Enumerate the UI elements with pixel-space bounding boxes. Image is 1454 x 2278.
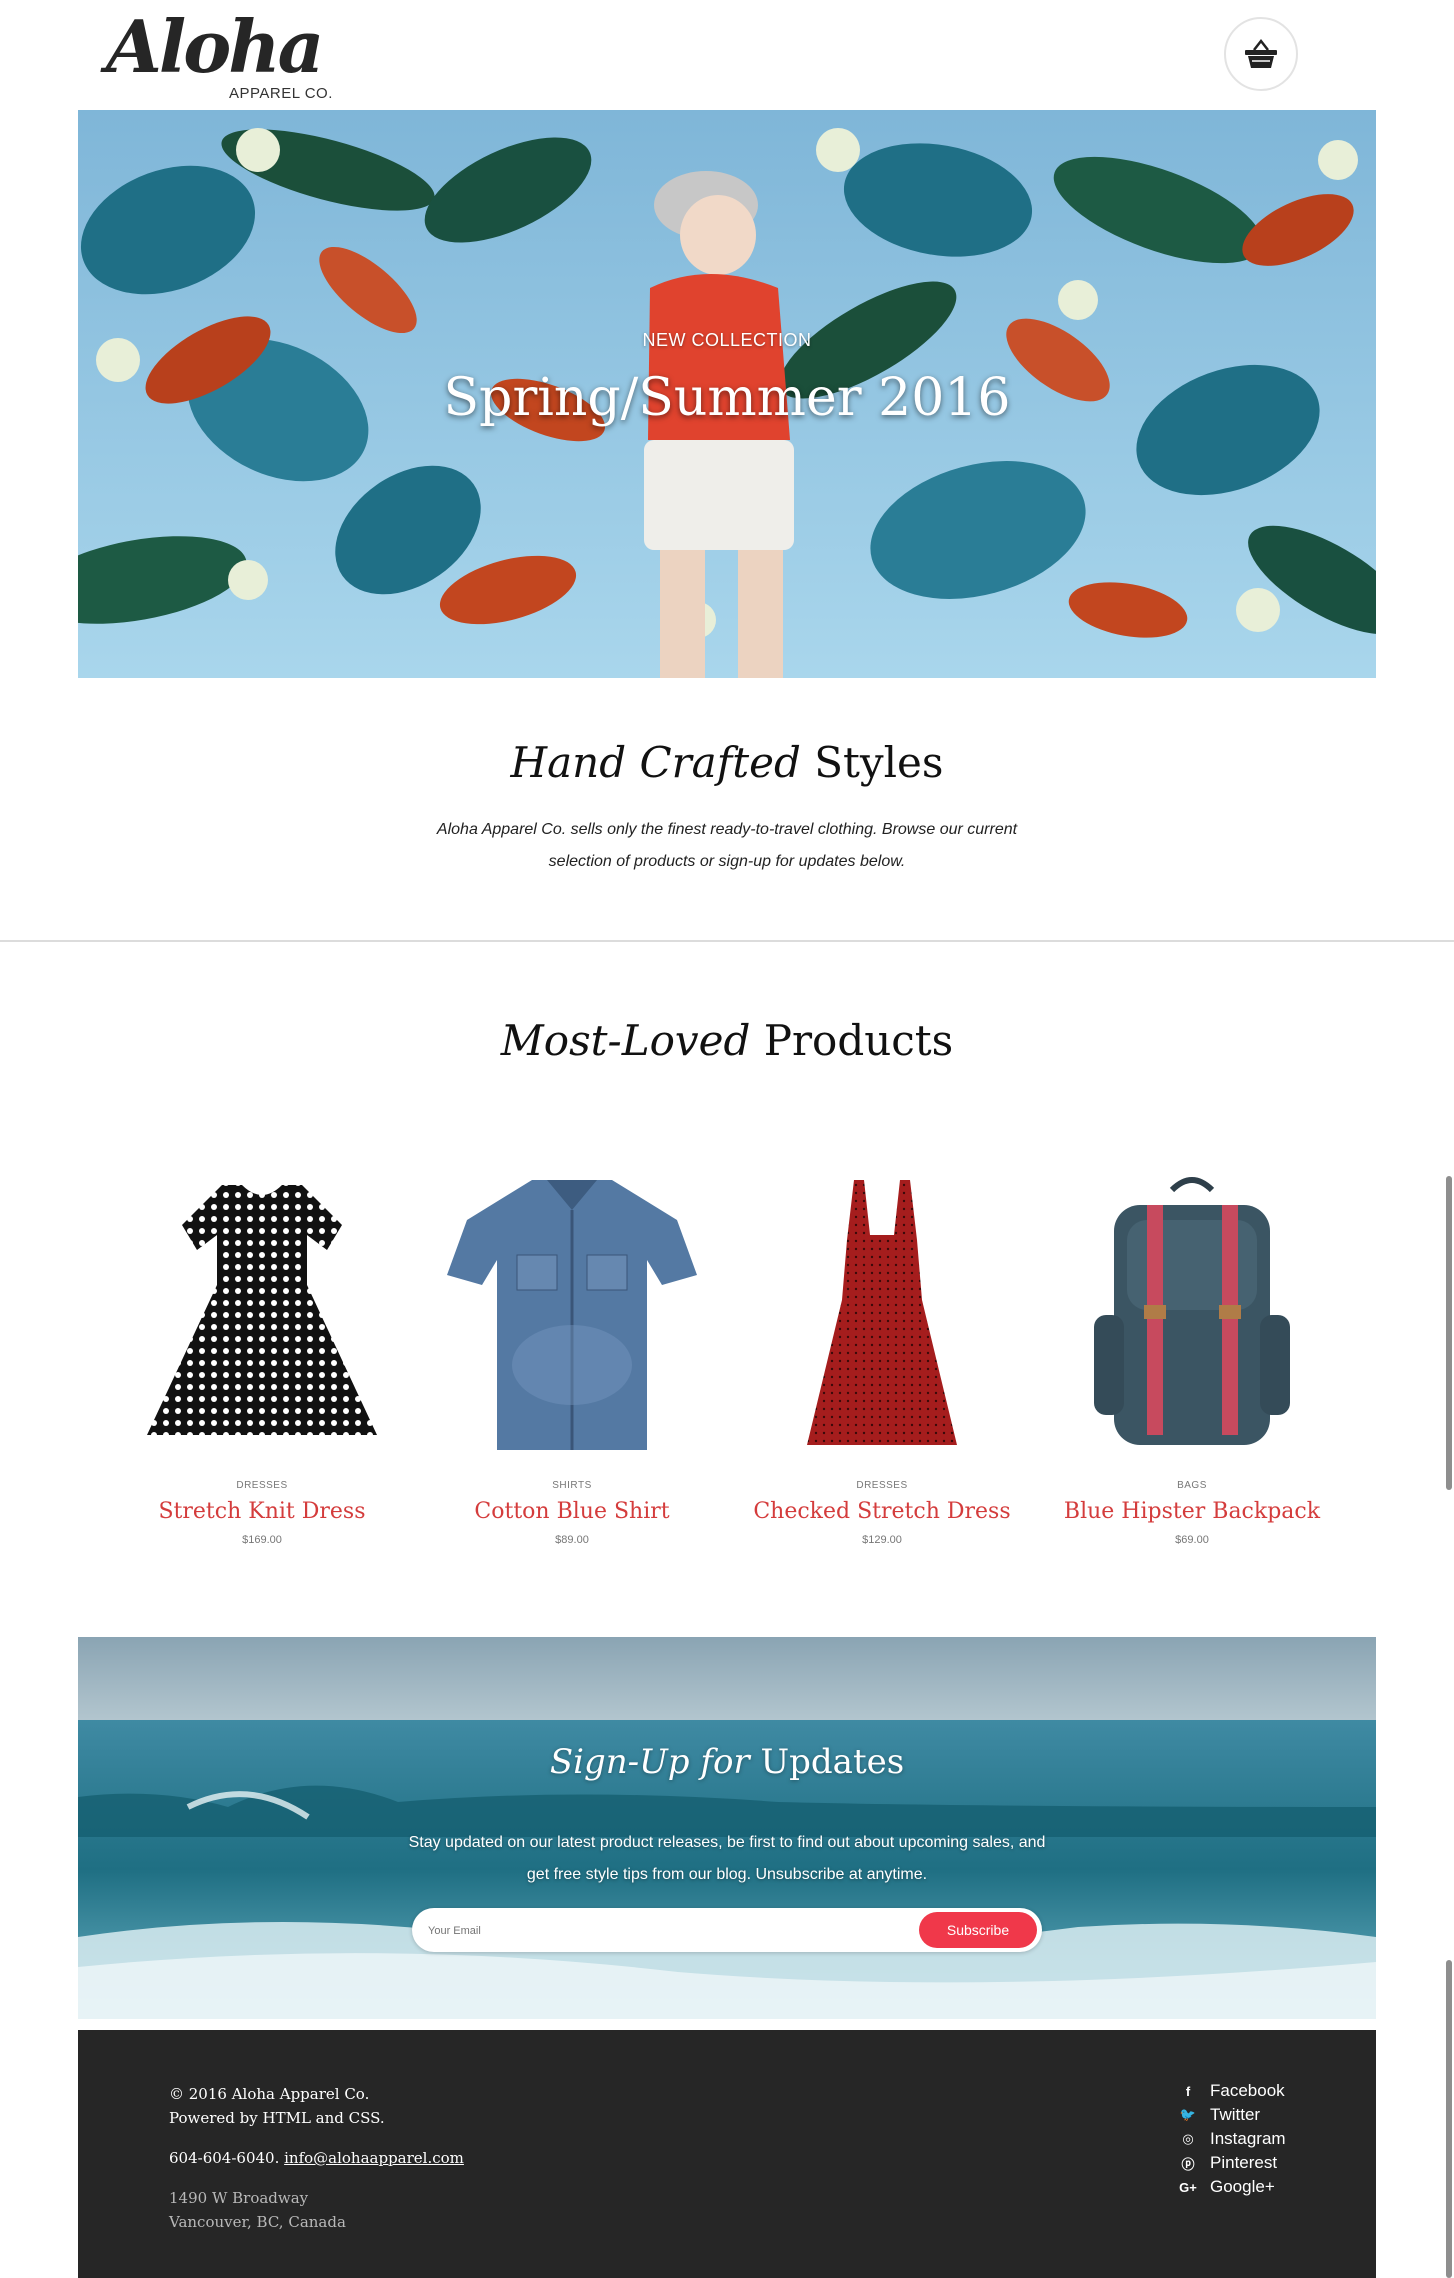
facebook-icon: f — [1185, 2083, 1191, 2099]
backpack-image — [1094, 1177, 1290, 1445]
polka-dot-dress-image — [147, 1185, 377, 1435]
hero-banner[interactable]: NEW COLLECTION Spring/Summer 2016 — [78, 110, 1376, 678]
product-category: BAGS — [1177, 1480, 1207, 1491]
products-heading: Most-Loved Products — [0, 1016, 1454, 1065]
social-links: f Facebook 🐦 Twitter ◎ Instagram ⓟ Pinte… — [1176, 2079, 1286, 2199]
hero-title: Spring/Summer 2016 — [443, 368, 1011, 428]
site-footer: © 2016 Aloha Apparel Co. Powered by HTML… — [78, 2030, 1376, 2278]
product-card[interactable]: DRESSES Stretch Knit Dress $169.00 — [112, 1165, 412, 1546]
basket-icon — [1245, 38, 1277, 68]
intro-description: Aloha Apparel Co. sells only the finest … — [436, 821, 1018, 870]
product-card[interactable]: SHIRTS Cotton Blue Shirt $89.00 — [422, 1165, 722, 1546]
product-name[interactable]: Cotton Blue Shirt — [422, 1499, 722, 1524]
product-name[interactable]: Blue Hipster Backpack — [1042, 1499, 1342, 1524]
logo-script: Aloha — [106, 4, 324, 89]
google-plus-icon: G+ — [1179, 2179, 1197, 2195]
twitter-icon: 🐦 — [1179, 2107, 1197, 2122]
signup-heading: Sign-Up for Updates — [78, 1742, 1376, 1782]
red-dress-image — [807, 1180, 957, 1445]
social-link-pinterest[interactable]: ⓟ Pinterest — [1176, 2151, 1286, 2175]
social-label: Google+ — [1210, 2177, 1275, 2196]
signup-section: Sign-Up for Updates Stay updated on our … — [78, 1637, 1376, 2019]
social-link-google-plus[interactable]: G+ Google+ — [1176, 2175, 1286, 2199]
footer-powered: Powered by HTML and CSS. — [169, 2109, 385, 2127]
social-label: Pinterest — [1210, 2153, 1278, 2172]
product-category: SHIRTS — [552, 1480, 592, 1491]
footer-contact: 604-604-6040. info@alohaapparel.com — [169, 2146, 464, 2170]
footer-phone: 604-604-6040. — [169, 2149, 280, 2167]
product-category: DRESSES — [856, 1480, 908, 1491]
products-heading-rest: Products — [763, 1016, 954, 1065]
product-name[interactable]: Checked Stretch Dress — [732, 1499, 1032, 1524]
intro-heading: Hand Crafted Styles — [0, 738, 1454, 787]
social-label: Facebook — [1210, 2081, 1285, 2100]
denim-shirt-image — [447, 1180, 697, 1450]
social-link-twitter[interactable]: 🐦 Twitter — [1176, 2103, 1286, 2127]
section-divider — [0, 940, 1454, 942]
social-label: Twitter — [1210, 2105, 1261, 2124]
email-input[interactable] — [426, 1916, 870, 1946]
signup-heading-rest: Updates — [760, 1742, 905, 1782]
pinterest-icon: ⓟ — [1181, 2156, 1195, 2172]
product-category: DRESSES — [236, 1480, 288, 1491]
product-price: $129.00 — [862, 1534, 902, 1546]
product-card[interactable]: DRESSES Checked Stretch Dress $129.00 — [732, 1165, 1032, 1546]
cart-button[interactable] — [1224, 17, 1298, 91]
footer-address-line2: Vancouver, BC, Canada — [169, 2213, 346, 2231]
brand-logo[interactable]: Aloha APPAREL CO. — [106, 4, 346, 106]
social-link-instagram[interactable]: ◎ Instagram — [1176, 2127, 1286, 2151]
subscribe-button[interactable]: Subscribe — [919, 1912, 1037, 1948]
footer-info: © 2016 Aloha Apparel Co. Powered by HTML… — [169, 2082, 464, 2234]
footer-email-link[interactable]: info@alohaapparel.com — [284, 2149, 464, 2167]
signup-heading-italic: Sign-Up for — [549, 1742, 750, 1782]
logo-subtitle: APPAREL CO. — [229, 85, 333, 102]
product-price: $169.00 — [242, 1534, 282, 1546]
signup-description: Stay updated on our latest product relea… — [408, 1834, 1046, 1883]
intro-heading-rest: Styles — [814, 738, 944, 787]
signup-form: Subscribe — [412, 1908, 1042, 1952]
site-header: Aloha APPAREL CO. — [0, 0, 1454, 110]
hero-kicker: NEW COLLECTION — [642, 330, 812, 350]
product-price: $69.00 — [1175, 1534, 1209, 1546]
scrollbar-thumb[interactable] — [1446, 1960, 1452, 2278]
social-link-facebook[interactable]: f Facebook — [1176, 2079, 1286, 2103]
footer-address-line1: 1490 W Broadway — [169, 2189, 309, 2207]
product-card[interactable]: BAGS Blue Hipster Backpack $69.00 — [1042, 1165, 1342, 1546]
scrollbar-thumb[interactable] — [1446, 1176, 1452, 1490]
products-heading-italic: Most-Loved — [500, 1016, 751, 1065]
product-price: $89.00 — [555, 1534, 589, 1546]
instagram-icon: ◎ — [1182, 2131, 1194, 2146]
footer-copyright: © 2016 Aloha Apparel Co. — [169, 2085, 370, 2103]
intro-heading-italic: Hand Crafted — [510, 738, 801, 787]
product-name[interactable]: Stretch Knit Dress — [112, 1499, 412, 1524]
social-label: Instagram — [1210, 2129, 1286, 2148]
